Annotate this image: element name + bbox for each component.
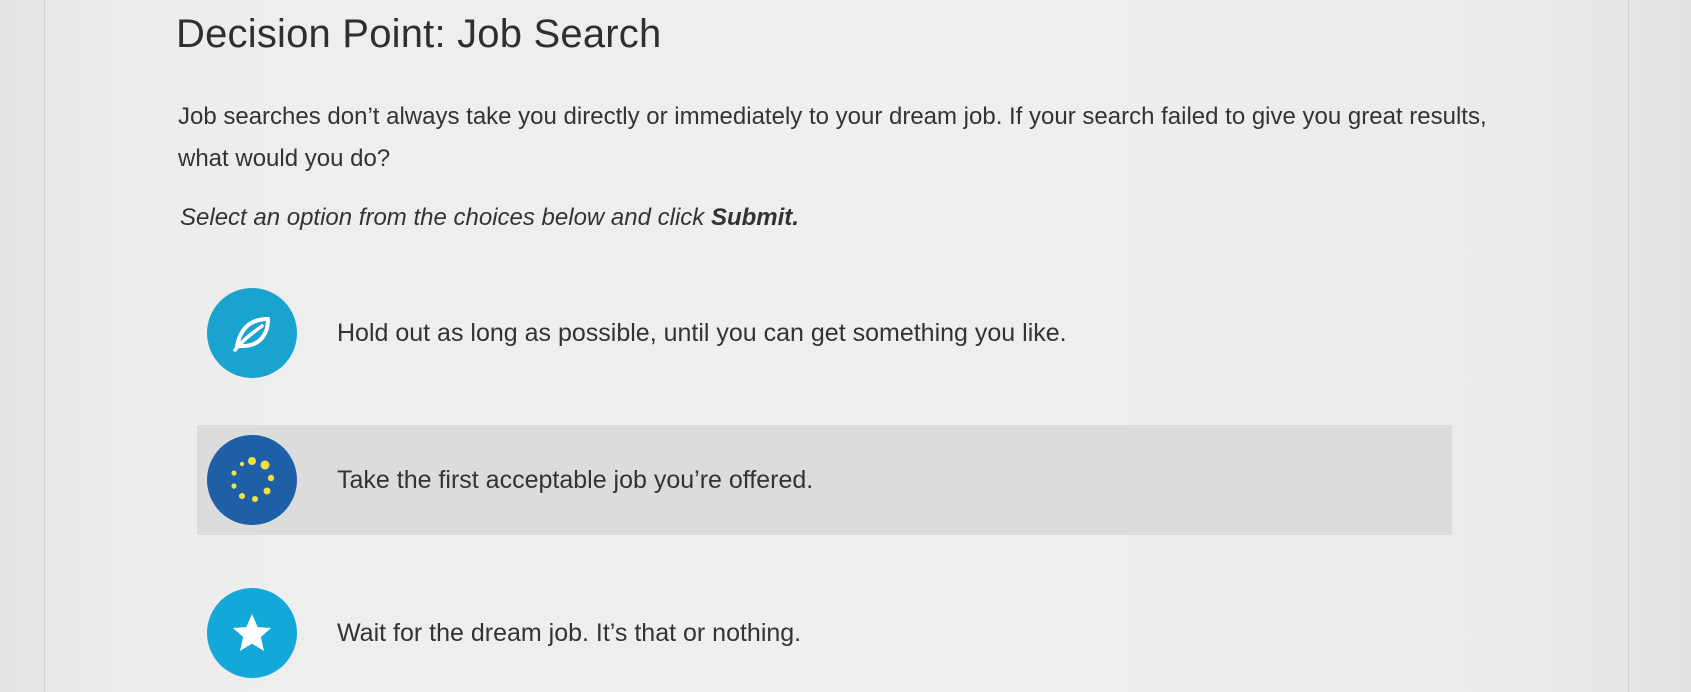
dots-circle-icon xyxy=(231,457,275,502)
option-hold-out[interactable]: Hold out as long as possible, until you … xyxy=(197,278,1452,388)
content-left-border xyxy=(44,0,45,692)
instruction-prefix: Select an option from the choices below … xyxy=(180,204,711,231)
option-take-first-job[interactable]: Take the first acceptable job you’re off… xyxy=(197,425,1452,535)
option-wait-dream-job[interactable]: Wait for the dream job. It’s that or not… xyxy=(197,578,1452,688)
option-1-icon-circle xyxy=(207,288,297,378)
page-title: Decision Point: Job Search xyxy=(176,12,662,56)
decision-point-screen: Decision Point: Job Search Job searches … xyxy=(0,0,1691,692)
content-right-border xyxy=(1628,0,1629,692)
instruction-submit-word: Submit. xyxy=(710,204,799,231)
star-icon xyxy=(233,614,271,651)
option-3-icon-circle xyxy=(207,588,297,678)
instruction-text: Select an option from the choices below … xyxy=(180,204,799,232)
option-3-label: Wait for the dream job. It’s that or not… xyxy=(337,619,802,647)
option-2-icon-circle xyxy=(207,435,297,525)
intro-text: Job searches don’t always take you direc… xyxy=(178,103,1487,172)
option-1-label: Hold out as long as possible, until you … xyxy=(337,319,1067,347)
option-2-label: Take the first acceptable job you’re off… xyxy=(337,466,814,494)
leaf-icon xyxy=(233,317,270,352)
